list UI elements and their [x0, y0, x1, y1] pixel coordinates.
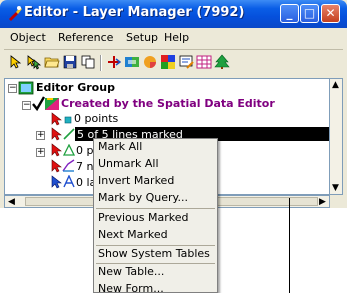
menu-mark-all[interactable]: Mark All [98, 140, 142, 157]
menu-next-marked[interactable]: Next Marked [98, 228, 168, 245]
menu-mark-by-query[interactable]: Mark by Query... [98, 191, 188, 208]
move-icon[interactable] [106, 54, 122, 70]
collapse-toggle[interactable]: − [8, 84, 17, 93]
collapse-toggle[interactable]: − [22, 101, 31, 110]
save-icon[interactable] [62, 54, 78, 70]
window-title: Editor - Layer Manager (7992) [24, 5, 245, 20]
blue-arrow-icon [51, 175, 62, 189]
expand-toggle[interactable]: + [36, 148, 45, 157]
menu-object[interactable]: Object [10, 31, 46, 44]
expand-toggle[interactable]: + [36, 131, 45, 140]
menu-unmark-all[interactable]: Unmark All [98, 157, 159, 174]
scroll-right-arrow-icon[interactable]: ▶ [319, 197, 326, 207]
menu-show-system-tables[interactable]: Show System Tables [98, 247, 210, 264]
point-icon [64, 116, 72, 124]
layer-label[interactable]: Created by the Spatial Data Editor [61, 97, 275, 110]
editor-app-icon [9, 6, 22, 21]
tree-icon[interactable] [214, 54, 230, 70]
red-arrow-icon [51, 143, 62, 157]
menu-new-table[interactable]: New Table... [98, 265, 164, 282]
grid-icon[interactable] [160, 54, 176, 70]
layer-color-icon[interactable] [124, 54, 140, 70]
maximize-button[interactable]: □ [300, 4, 319, 23]
title-bar[interactable]: Editor - Layer Manager (7992) _ □ ✕ [0, 0, 347, 28]
paint-icon[interactable] [142, 54, 158, 70]
context-menu: Mark All Unmark All Invert Marked Mark b… [93, 138, 218, 293]
line-icon [63, 128, 75, 140]
select-multi-icon[interactable] [26, 54, 42, 70]
menu-previous-marked[interactable]: Previous Marked [98, 211, 188, 228]
red-arrow-icon [51, 112, 62, 126]
toolbar-separator [100, 55, 102, 71]
vertical-scrollbar[interactable]: ▲ ▼ [330, 78, 343, 195]
open-folder-icon[interactable] [44, 54, 60, 70]
menu-new-form[interactable]: New Form... [98, 282, 164, 292]
menu-separator [96, 208, 215, 209]
table-icon[interactable] [196, 54, 212, 70]
node-icon [62, 159, 75, 172]
menu-bar: Object Reference Setup Help [4, 29, 343, 49]
label-icon [63, 175, 75, 188]
polygon-icon [63, 144, 75, 156]
scroll-up-arrow-icon[interactable]: ▲ [332, 80, 339, 90]
points-label[interactable]: 0 points [74, 112, 118, 125]
minimize-button[interactable]: _ [280, 4, 299, 23]
edit-icon[interactable] [178, 54, 194, 70]
close-button[interactable]: ✕ [321, 4, 340, 23]
layer-icon [45, 98, 59, 110]
toolbar [4, 51, 343, 75]
menu-divider [4, 49, 343, 50]
copy-layer-icon[interactable] [80, 54, 96, 70]
menu-separator [96, 263, 215, 264]
pointer-line [289, 198, 290, 293]
menu-help[interactable]: Help [164, 31, 189, 44]
group-icon [18, 81, 34, 95]
red-arrow-icon [51, 127, 62, 141]
menu-invert-marked[interactable]: Invert Marked [98, 174, 174, 191]
menu-setup[interactable]: Setup [126, 31, 158, 44]
menu-separator [96, 245, 215, 246]
scroll-down-arrow-icon[interactable]: ▼ [332, 183, 339, 193]
menu-reference[interactable]: Reference [58, 31, 113, 44]
group-label[interactable]: Editor Group [36, 81, 115, 94]
select-arrow-icon[interactable] [8, 54, 24, 70]
scroll-left-arrow-icon[interactable]: ◀ [8, 197, 15, 207]
